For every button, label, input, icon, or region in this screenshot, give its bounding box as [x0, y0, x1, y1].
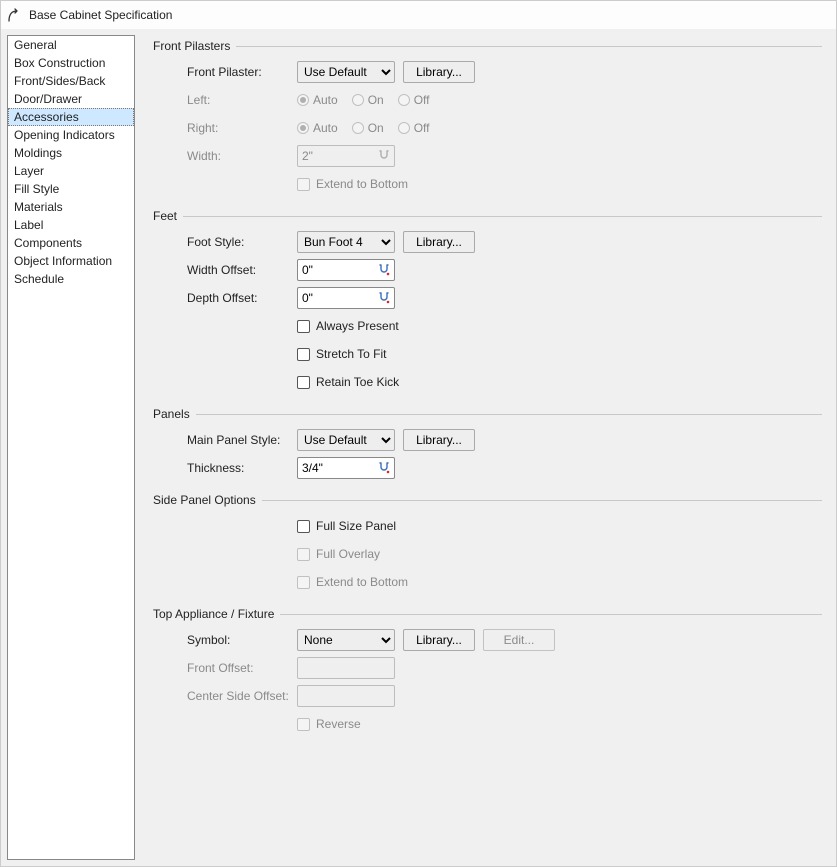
- app-icon: [7, 7, 23, 23]
- sidebar-item[interactable]: Opening Indicators: [8, 126, 134, 144]
- front-pilaster-select[interactable]: Use Default: [297, 61, 395, 83]
- sidebar-item[interactable]: Materials: [8, 198, 134, 216]
- sidebar-item[interactable]: Accessories: [8, 108, 134, 126]
- stretch-to-fit-checkbox[interactable]: Stretch To Fit: [297, 345, 386, 363]
- spinner-icon[interactable]: [374, 263, 394, 277]
- width-offset-label: Width Offset:: [187, 263, 297, 277]
- rule: [280, 614, 822, 615]
- main-panel-style-label: Main Panel Style:: [187, 433, 297, 447]
- depth-offset-label: Depth Offset:: [187, 291, 297, 305]
- category-list[interactable]: GeneralBox ConstructionFront/Sides/BackD…: [7, 35, 135, 860]
- width-offset-input[interactable]: [297, 259, 395, 281]
- left-off-radio: Off: [398, 93, 430, 107]
- group-feet: Feet Foot Style: Bun Foot 4 Library...: [153, 209, 822, 395]
- window-title: Base Cabinet Specification: [29, 8, 172, 22]
- right-off-radio: Off: [398, 121, 430, 135]
- retain-toe-kick-checkbox[interactable]: Retain Toe Kick: [297, 373, 399, 391]
- sidebar-item[interactable]: Front/Sides/Back: [8, 72, 134, 90]
- always-present-checkbox[interactable]: Always Present: [297, 317, 399, 335]
- rule: [236, 46, 822, 47]
- thickness-label: Thickness:: [187, 461, 297, 475]
- full-overlay-checkbox: Full Overlay: [297, 545, 380, 563]
- front-pilaster-library-button[interactable]: Library...: [403, 61, 475, 83]
- content-panel: Front Pilasters Front Pilaster: Use Defa…: [141, 35, 830, 860]
- depth-offset-input[interactable]: [297, 287, 395, 309]
- symbol-select[interactable]: None: [297, 629, 395, 651]
- front-pilaster-label: Front Pilaster:: [187, 65, 297, 79]
- rule: [262, 500, 822, 501]
- group-front-pilasters: Front Pilasters Front Pilaster: Use Defa…: [153, 39, 822, 197]
- group-title: Side Panel Options: [153, 493, 256, 507]
- thickness-input[interactable]: [297, 457, 395, 479]
- group-title: Top Appliance / Fixture: [153, 607, 274, 621]
- foot-style-label: Foot Style:: [187, 235, 297, 249]
- group-title: Feet: [153, 209, 177, 223]
- sidebar-item[interactable]: Box Construction: [8, 54, 134, 72]
- side-extend-to-bottom-checkbox: Extend to Bottom: [297, 573, 408, 591]
- pilaster-width-label: Width:: [187, 149, 297, 163]
- sidebar-item[interactable]: General: [8, 36, 134, 54]
- group-top-appliance: Top Appliance / Fixture Symbol: None Lib…: [153, 607, 822, 737]
- sidebar-item[interactable]: Moldings: [8, 144, 134, 162]
- group-title: Panels: [153, 407, 190, 421]
- rule: [183, 216, 822, 217]
- center-side-offset-input: [297, 685, 395, 707]
- dialog-window: Base Cabinet Specification GeneralBox Co…: [0, 0, 837, 867]
- center-side-offset-label: Center Side Offset:: [187, 689, 297, 703]
- sidebar-item[interactable]: Door/Drawer: [8, 90, 134, 108]
- group-side-panel-options: Side Panel Options Full Size Panel Full …: [153, 493, 822, 595]
- foot-style-library-button[interactable]: Library...: [403, 231, 475, 253]
- group-title: Front Pilasters: [153, 39, 230, 53]
- right-radio-group: Auto On Off: [297, 121, 430, 135]
- titlebar: Base Cabinet Specification: [1, 1, 836, 29]
- full-size-panel-checkbox[interactable]: Full Size Panel: [297, 517, 396, 535]
- right-label: Right:: [187, 121, 297, 135]
- sidebar-item[interactable]: Fill Style: [8, 180, 134, 198]
- main-panel-style-select[interactable]: Use Default: [297, 429, 395, 451]
- client-area: GeneralBox ConstructionFront/Sides/BackD…: [1, 29, 836, 866]
- sidebar-item[interactable]: Label: [8, 216, 134, 234]
- symbol-label: Symbol:: [187, 633, 297, 647]
- left-radio-group: Auto On Off: [297, 93, 430, 107]
- reverse-checkbox: Reverse: [297, 715, 361, 733]
- right-on-radio: On: [352, 121, 384, 135]
- sidebar-item[interactable]: Schedule: [8, 270, 134, 288]
- spinner-icon[interactable]: [374, 461, 394, 475]
- left-auto-radio: Auto: [297, 93, 338, 107]
- left-on-radio: On: [352, 93, 384, 107]
- sidebar-item[interactable]: Components: [8, 234, 134, 252]
- main-panel-library-button[interactable]: Library...: [403, 429, 475, 451]
- left-label: Left:: [187, 93, 297, 107]
- symbol-edit-button: Edit...: [483, 629, 555, 651]
- spinner-icon: [374, 149, 394, 163]
- sidebar-item[interactable]: Object Information: [8, 252, 134, 270]
- rule: [196, 414, 822, 415]
- sidebar-item[interactable]: Layer: [8, 162, 134, 180]
- spinner-icon[interactable]: [374, 291, 394, 305]
- right-auto-radio: Auto: [297, 121, 338, 135]
- symbol-library-button[interactable]: Library...: [403, 629, 475, 651]
- extend-to-bottom-checkbox: Extend to Bottom: [297, 175, 408, 193]
- foot-style-select[interactable]: Bun Foot 4: [297, 231, 395, 253]
- pilaster-width-input: [297, 145, 395, 167]
- front-offset-input: [297, 657, 395, 679]
- group-panels: Panels Main Panel Style: Use Default Lib…: [153, 407, 822, 481]
- front-offset-label: Front Offset:: [187, 661, 297, 675]
